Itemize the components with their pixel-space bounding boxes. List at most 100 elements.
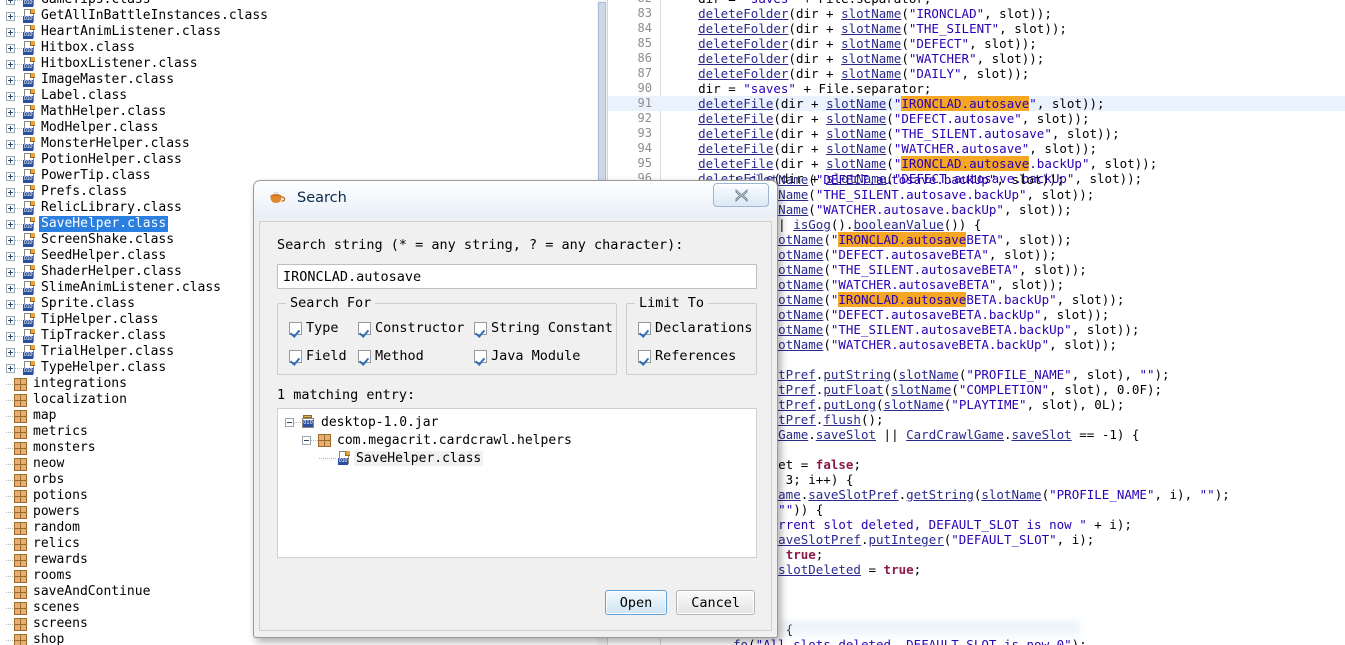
code-line[interactable]: Game.saveSlotPref.putInteger("DEFAULT_SL… (733, 532, 1345, 547)
code-line[interactable]: 0; i < 3; i++) { (733, 472, 1345, 487)
expand-icon[interactable] (6, 235, 15, 245)
checkbox-box[interactable] (358, 321, 371, 335)
code-line[interactable]: r + slotName("THE_SILENT.autosaveBETA.ba… (733, 322, 1345, 337)
expand-icon[interactable] (6, 219, 15, 229)
tree-item[interactable]: 010 PotionHelper.class (0, 152, 597, 168)
checkbox-constructor[interactable]: Constructor (358, 320, 464, 336)
code-line[interactable]: aveSlotPref.putFloat(slotName("COMPLETIO… (733, 382, 1345, 397)
code-line[interactable]: r + slotName("IRONCLAD.autosaveBETA", sl… (733, 232, 1345, 247)
code-line[interactable]: + slotName("WATCHER.autosave.backUp", sl… (733, 202, 1345, 217)
code-line[interactable]: aveSlotPref.putLong(slotName("PLAYTIME",… (733, 397, 1345, 412)
expand-icon[interactable] (6, 59, 15, 69)
code-line[interactable]: creen.slotDeleted = true; (733, 562, 1345, 577)
code-line[interactable]: dCrawlGame.saveSlot || CardCrawlGame.sav… (733, 427, 1345, 442)
code-line[interactable]: Beta || isGog().booleanValue()) { (733, 217, 1345, 232)
checkbox-field[interactable]: Field (289, 348, 347, 364)
code-line[interactable]: fo("Current slot deleted, DEFAULT_SLOT i… (733, 517, 1345, 532)
collapse-icon[interactable] (285, 417, 294, 427)
code-line[interactable]: ltSet) { (733, 622, 1345, 637)
checkbox-method[interactable]: Method (358, 348, 424, 364)
expand-icon[interactable] (6, 203, 15, 213)
expand-icon[interactable] (6, 187, 15, 197)
result-tree-item[interactable]: 010 desktop-1.0.jar (278, 413, 756, 431)
checkbox-box[interactable] (474, 321, 487, 335)
code-line[interactable]: 91 deleteFile(dir + slotName("IRONCLAD.a… (608, 96, 1345, 111)
checkbox-box[interactable] (289, 321, 302, 335)
checkbox-type[interactable]: Type (289, 320, 339, 336)
tree-item[interactable]: 010 GetAllInBattleInstances.class (0, 8, 597, 24)
checkbox-box[interactable] (358, 349, 371, 363)
code-line[interactable]: 85 deleteFolder(dir + slotName("DEFECT",… (608, 36, 1345, 51)
code-line[interactable] (733, 592, 1345, 607)
expand-icon[interactable] (6, 0, 15, 5)
code-line[interactable]: 86 deleteFolder(dir + slotName("WATCHER"… (608, 51, 1345, 66)
tree-item[interactable]: 010GameTips.class (0, 0, 597, 8)
code-line[interactable]: + slotName("THE_SILENT.autosave.backUp",… (733, 187, 1345, 202)
expand-icon[interactable] (6, 43, 15, 53)
tree-item[interactable]: 010 ImageMaster.class (0, 72, 597, 88)
expand-icon[interactable] (6, 315, 15, 325)
open-button[interactable]: Open (604, 590, 668, 615)
code-line[interactable]: 84 deleteFolder(dir + slotName("THE_SILE… (608, 21, 1345, 36)
tree-item[interactable]: 010 HitboxListener.class (0, 56, 597, 72)
code-line[interactable]: aveSlotPref.putString(slotName("PROFILE_… (733, 367, 1345, 382)
search-results-tree[interactable]: 010 desktop-1.0.jar com.megacrit.cardcrawl… (277, 408, 757, 558)
code-line[interactable]: faultSet = false; (733, 457, 1345, 472)
dialog-titlebar[interactable]: Search (254, 181, 777, 218)
search-input[interactable] (277, 264, 757, 289)
expand-icon[interactable] (6, 267, 15, 277)
code-line[interactable]: r + slotName("WATCHER.autosaveBETA", slo… (733, 277, 1345, 292)
checkbox-java-module[interactable]: Java Module (474, 348, 580, 364)
expand-icon[interactable] (6, 75, 15, 85)
checkbox-box[interactable] (638, 349, 651, 363)
expand-icon[interactable] (6, 363, 15, 373)
search-dialog[interactable]: Search Search string (* = any string, ? … (253, 180, 778, 638)
expand-icon[interactable] (6, 123, 15, 133)
code-line[interactable]: 90 dir = "saves" + File.separator; (608, 81, 1345, 96)
expand-icon[interactable] (6, 155, 15, 165)
tree-item[interactable]: 010 HeartAnimListener.class (0, 24, 597, 40)
checkbox-box[interactable] (289, 349, 302, 363)
code-line[interactable]: CrawlGame.saveSlotPref.getString(slotNam… (733, 487, 1345, 502)
expand-icon[interactable] (6, 91, 15, 101)
checkbox-box[interactable] (474, 349, 487, 363)
expand-icon[interactable] (6, 283, 15, 293)
code-line[interactable]: 94 deleteFile(dir + slotName("WATCHER.au… (608, 141, 1345, 156)
code-line[interactable] (733, 607, 1345, 622)
result-tree-item[interactable]: 010 SaveHelper.class (278, 449, 756, 467)
expand-icon[interactable] (6, 27, 15, 37)
code-line[interactable]: 93 deleteFile(dir + slotName("THE_SILENT… (608, 126, 1345, 141)
cancel-button[interactable]: Cancel (676, 590, 755, 615)
code-line[interactable]: quals("")) { (733, 502, 1345, 517)
expand-icon[interactable] (6, 11, 15, 21)
close-icon[interactable] (713, 183, 769, 207)
checkbox-box[interactable] (638, 321, 651, 335)
tree-item[interactable]: 010 MathHelper.class (0, 104, 597, 120)
collapse-icon[interactable] (302, 435, 311, 445)
code-line[interactable]: 92 deleteFile(dir + slotName("DEFECT.aut… (608, 111, 1345, 126)
expand-icon[interactable] (6, 299, 15, 309)
code-line[interactable] (733, 352, 1345, 367)
expand-icon[interactable] (6, 331, 15, 341)
expand-icon[interactable] (6, 139, 15, 149)
result-tree-item[interactable]: com.megacrit.cardcrawl.helpers (278, 431, 756, 449)
code-line[interactable]: 83 deleteFolder(dir + slotName("IRONCLAD… (608, 6, 1345, 21)
tree-item[interactable]: 010 Label.class (0, 88, 597, 104)
code-line[interactable]: r + slotName("DEFECT.autosaveBETA.backUp… (733, 307, 1345, 322)
tree-item[interactable]: 010 Hitbox.class (0, 40, 597, 56)
expand-icon[interactable] (6, 347, 15, 357)
checkbox-declarations[interactable]: Declarations (638, 320, 753, 336)
expand-icon[interactable] (6, 251, 15, 261)
code-line[interactable]: tSet = true; (733, 547, 1345, 562)
code-line[interactable]: 87 deleteFolder(dir + slotName("DAILY", … (608, 66, 1345, 81)
checkbox-references[interactable]: References (638, 348, 736, 364)
code-line[interactable]: 95 deleteFile(dir + slotName("IRONCLAD.a… (608, 156, 1345, 171)
code-line[interactable] (733, 577, 1345, 592)
code-line[interactable]: fo("All slots deleted, DEFAULT_SLOT is n… (733, 637, 1345, 645)
tree-item[interactable]: 010 ModHelper.class (0, 120, 597, 136)
tree-item[interactable]: 010 MonsterHelper.class (0, 136, 597, 152)
checkbox-string-constant[interactable]: String Constant (474, 320, 613, 336)
code-line[interactable]: aveSlotPref.flush(); (733, 412, 1345, 427)
code-line[interactable]: ""; (733, 442, 1345, 457)
expand-icon[interactable] (6, 107, 15, 117)
